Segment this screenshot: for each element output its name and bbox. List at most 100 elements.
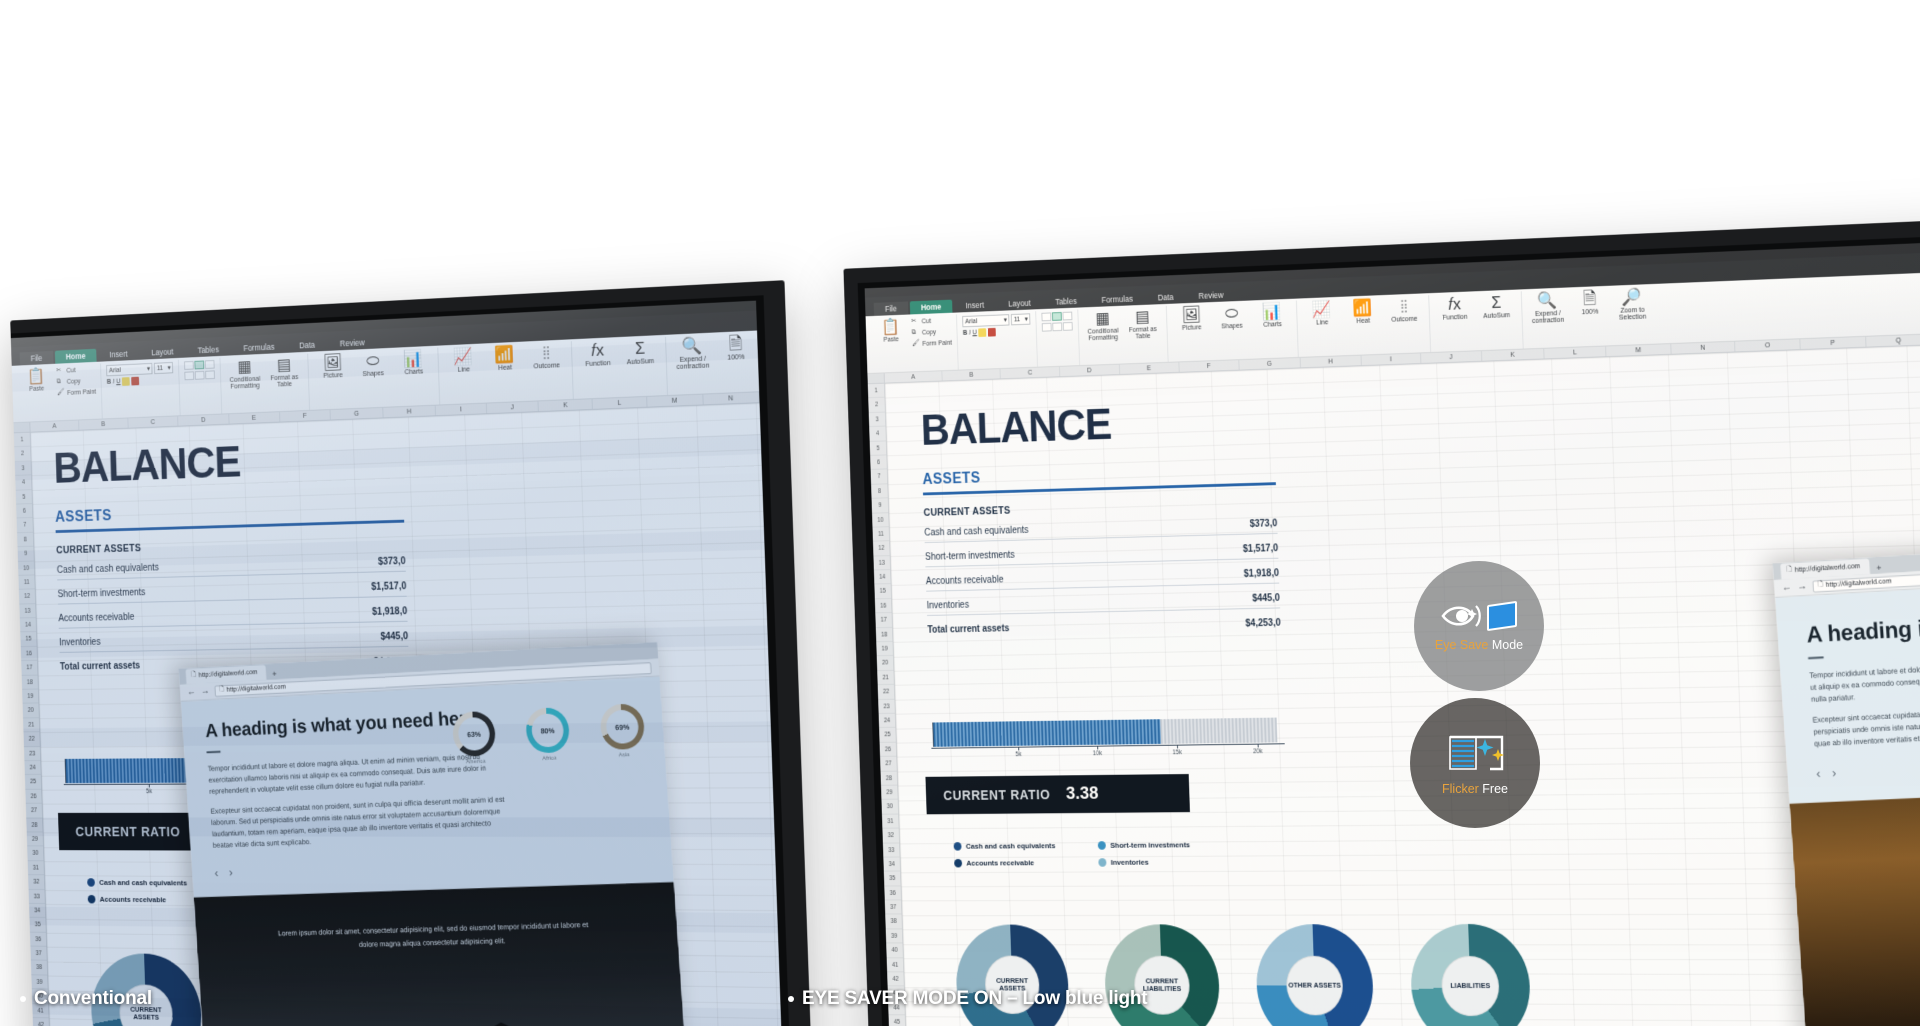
row-header[interactable]: 23 [23,746,41,762]
row-header[interactable]: 29 [881,785,898,801]
ribbon-group-styles[interactable]: ▦ Conditional Formatting ▤ Format as Tab… [220,353,311,414]
row-header[interactable]: 26 [879,742,897,757]
row-header[interactable]: 33 [28,889,45,904]
zoom-100-button[interactable]: 🗎 100% [1570,289,1610,317]
font-color-icon[interactable] [988,327,997,337]
row-header[interactable]: 21 [877,670,895,686]
row-header[interactable]: 2 [14,446,31,462]
outcome-button[interactable]: ⦙⦙ Outcome [1384,297,1423,324]
row-header[interactable]: 15 [20,632,37,647]
align-left-button[interactable] [1041,312,1052,322]
ribbon-tab-insert[interactable]: Insert [954,297,995,312]
picture-button[interactable]: 🖼 Picture [1172,305,1210,333]
align-bottom-button[interactable] [205,370,216,380]
row-header[interactable]: 3 [14,461,32,477]
row-header[interactable]: 25 [24,775,42,790]
row-header[interactable]: 9 [17,546,34,562]
fill-color-icon[interactable] [122,377,131,386]
row-header[interactable]: 20 [22,703,39,719]
row-header[interactable]: 33 [882,842,900,858]
row-header[interactable]: 6 [16,503,33,519]
row-header[interactable]: 18 [875,627,893,643]
copy-button[interactable]: ⧉ Copy [912,328,952,339]
row-header[interactable]: 19 [876,641,894,657]
row-header[interactable]: 15 [874,584,892,600]
ribbon-group-styles[interactable]: ▦ Conditional Formatting ▤ Format as Tab… [1078,305,1169,366]
charts-button[interactable]: 📊 Charts [1253,302,1292,330]
row-header[interactable]: 14 [873,570,891,585]
fill-color-icon[interactable] [978,328,987,337]
ribbon-group-alignment[interactable] [1036,309,1081,367]
zoom-to-selection-button[interactable]: 🔎 Zoom to Selection [758,332,783,368]
font-name-select[interactable]: Arial ▾ [106,362,153,377]
row-header[interactable]: 22 [23,732,40,747]
italic-button[interactable]: I [969,330,971,337]
ribbon-group-zoom[interactable]: 🔍 Expend / contraction 🗎 100% 🔎 Zoom to … [1522,286,1659,349]
select-all-corner[interactable] [867,373,885,384]
back-icon[interactable]: ← [1782,582,1792,593]
ribbon-tab-insert[interactable]: Insert [98,346,139,361]
row-header[interactable]: 4 [869,426,886,442]
row-header[interactable]: 27 [25,803,43,819]
back-icon[interactable]: ← [187,686,196,697]
ribbon-group-sparklines[interactable]: 📈 Line 📶 Heat ⦙⦙ Outcome [1297,295,1432,357]
row-header[interactable]: 40 [886,943,903,958]
ribbon-tab-tables[interactable]: Tables [186,342,230,358]
line-button[interactable]: 📈 Line [1303,300,1342,328]
ribbon-tab-formulas[interactable]: Formulas [232,339,286,355]
row-header[interactable]: 28 [26,818,43,833]
function-button[interactable]: 𝑓x Function [1435,295,1475,322]
row-header[interactable]: 8 [871,484,888,499]
ribbon-group-formulas[interactable]: 𝑓x Function Σ AutoSum [1429,291,1524,353]
row-header[interactable]: 30 [27,846,44,861]
row-header[interactable]: 2 [868,397,886,413]
underline-button[interactable]: U [116,378,121,385]
bold-button[interactable]: B [963,330,968,337]
row-header[interactable]: 32 [28,875,45,890]
font-style-row[interactable]: B I U [107,375,174,386]
shapes-button[interactable]: ⬭ Shapes [354,351,393,379]
ribbon-tab-home[interactable]: Home [54,348,97,364]
row-header[interactable]: 32 [882,828,900,844]
ribbon-group-clipboard[interactable]: 📋 Paste ✂ Cut ⧉ Copy 🖌 Form Paint [13,363,103,423]
ribbon-tab-data[interactable]: Data [1146,289,1186,304]
format-painter-button[interactable]: 🖌 Form Paint [912,339,952,350]
row-header[interactable]: 37 [884,900,902,915]
align-top-button[interactable] [1041,322,1052,332]
row-header[interactable]: 5 [869,441,887,456]
ribbon-group-formulas[interactable]: 𝑓x Function Σ AutoSum [572,336,669,399]
format-as-table-button[interactable]: ▤ Format as Table [265,355,303,390]
row-header[interactable]: 42 [887,972,904,987]
row-header[interactable]: 11 [18,575,35,590]
row-header[interactable]: 41 [886,957,904,973]
line-button[interactable]: 📈 Line [444,347,483,374]
row-header[interactable]: 19 [22,689,39,704]
row-header[interactable]: 18 [21,675,39,690]
row-header[interactable]: 20 [876,656,894,671]
zoom-100-button[interactable]: 🗎 100% [715,334,756,363]
conditional-formatting-button[interactable]: ▦ Conditional Formatting [1084,309,1122,343]
row-header[interactable]: 7 [16,518,33,533]
carousel-prev-icon[interactable]: ‹ [1816,765,1821,780]
format-painter-button[interactable]: 🖌 Form Paint [57,388,96,399]
cut-button[interactable]: ✂ Cut [56,366,95,377]
row-header[interactable]: 29 [26,832,44,847]
ribbon-group-font[interactable]: Arial ▾ 11 ▾ B I U [101,359,181,419]
row-header[interactable]: 13 [873,555,891,571]
zoom-to-selection-button[interactable]: 🔎 Zoom to Selection [1612,287,1653,322]
column-header[interactable]: Q [1865,334,1920,347]
ribbon-group-sparklines[interactable]: 📈 Line 📶 Heat ⦙⦙ Outcome [438,341,574,405]
align-right-button[interactable] [1062,311,1073,321]
row-header[interactable]: 45 [888,1015,906,1026]
ribbon-tab-layout[interactable]: Layout [140,344,185,360]
expand-contraction-button[interactable]: 🔍 Expend / contraction [672,336,713,372]
row-header[interactable]: 27 [880,756,897,772]
ribbon-group-zoom[interactable]: 🔍 Expend / contraction 🗎 100% 🔎 Zoom to … [666,330,783,395]
carousel-next-icon[interactable]: › [1832,765,1837,780]
row-header[interactable]: 22 [877,684,895,700]
align-center-button[interactable] [194,360,205,370]
forward-icon[interactable]: → [1797,581,1807,592]
outcome-button[interactable]: ⦙⦙ Outcome [527,343,567,370]
font-size-select[interactable]: 11 ▾ [1011,313,1031,326]
row-header[interactable]: 17 [21,660,38,676]
